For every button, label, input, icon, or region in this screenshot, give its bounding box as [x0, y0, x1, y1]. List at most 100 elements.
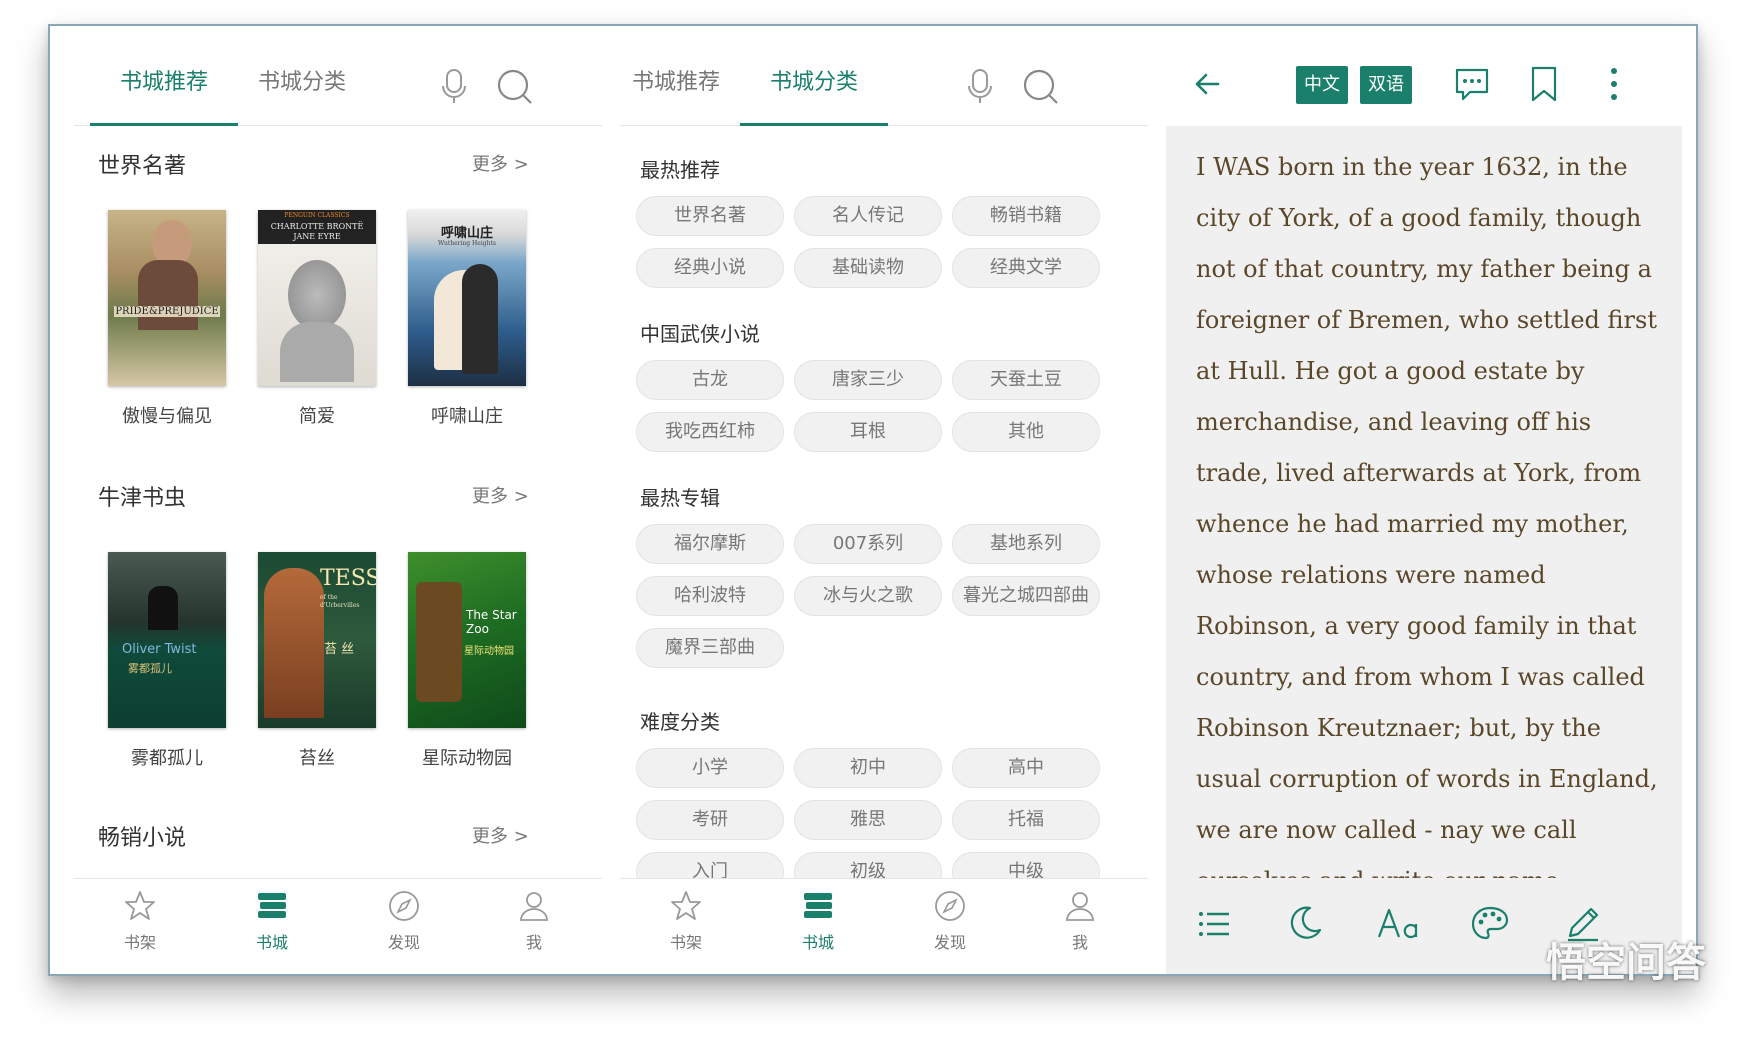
- category-chip[interactable]: 007系列: [794, 524, 942, 564]
- cover-subtitle: Wuthering Heights: [438, 240, 496, 247]
- cover-subtitle: 雾都孤儿: [128, 662, 172, 675]
- nav-bookstore[interactable]: 书城: [232, 889, 312, 953]
- book-item[interactable]: PRIDE&PREJUDICE 傲慢与偏见: [108, 210, 226, 427]
- microphone-icon[interactable]: [434, 66, 474, 106]
- nav-me[interactable]: 我: [494, 889, 574, 953]
- palette-icon[interactable]: [1470, 904, 1510, 942]
- category-chip[interactable]: 古龙: [636, 360, 784, 400]
- book-item[interactable]: TESS of the d'Urbervilles 苔 丝 苔丝: [258, 552, 376, 769]
- category-chip[interactable]: 魔界三部曲: [636, 628, 784, 668]
- book-item[interactable]: The Star Zoo 星际动物园 星际动物园: [408, 552, 526, 769]
- compass-icon: [935, 891, 965, 921]
- tab-category[interactable]: 书城分类: [740, 64, 889, 126]
- book-cover: The Star Zoo 星际动物园: [408, 552, 526, 728]
- section-title: 畅销小说: [98, 826, 187, 851]
- nav-bookshelf[interactable]: 书架: [100, 889, 180, 953]
- category-chip[interactable]: 经典文学: [952, 248, 1100, 288]
- book-title: 雾都孤儿: [131, 748, 203, 769]
- more-link[interactable]: 更多 >: [472, 150, 529, 176]
- book-title: 星际动物园: [422, 748, 512, 769]
- books-icon: [804, 893, 832, 918]
- lang-bilingual-button[interactable]: 双语: [1360, 66, 1412, 104]
- store-recommend-panel: 书城推荐 书城分类 世界名著 更多 > PRIDE&PREJUDICE 傲慢与偏…: [74, 26, 602, 974]
- top-bar: 书城推荐 书城分类: [74, 26, 602, 126]
- category-chip[interactable]: 小学: [636, 748, 784, 788]
- category-title: 难度分类: [640, 710, 720, 734]
- nav-discover[interactable]: 发现: [364, 889, 444, 953]
- book-title: 傲慢与偏见: [122, 406, 212, 427]
- book-cover: Oliver Twist 雾都孤儿: [108, 552, 226, 728]
- category-chip[interactable]: 我吃西红柿: [636, 412, 784, 452]
- category-chip[interactable]: 托福: [952, 800, 1100, 840]
- category-chip[interactable]: 名人传记: [794, 196, 942, 236]
- reading-area[interactable]: I WAS born in the year 1632, in the city…: [1166, 126, 1682, 878]
- category-chip[interactable]: 畅销书籍: [952, 196, 1100, 236]
- book-title: 简爱: [299, 406, 335, 427]
- category-chip[interactable]: 初中: [794, 748, 942, 788]
- cover-figure-2: [462, 264, 498, 374]
- category-chip[interactable]: 其他: [952, 412, 1100, 452]
- category-chip[interactable]: 高中: [952, 748, 1100, 788]
- search-icon[interactable]: [494, 66, 534, 106]
- tab-underline: [740, 123, 889, 126]
- book-cover: 呼啸山庄 Wuthering Heights: [408, 210, 526, 386]
- category-title: 中国武侠小说: [640, 322, 760, 346]
- category-chip[interactable]: 福尔摩斯: [636, 524, 784, 564]
- tab-category[interactable]: 书城分类: [258, 64, 346, 124]
- nav-me[interactable]: 我: [1040, 889, 1120, 953]
- tab-label: 书城分类: [770, 70, 859, 95]
- category-chip[interactable]: 考研: [636, 800, 784, 840]
- cover-figure: [148, 586, 178, 630]
- book-item[interactable]: 呼啸山庄 Wuthering Heights 呼啸山庄: [408, 210, 526, 427]
- nav-label: 书架: [123, 933, 156, 952]
- section-title: 牛津书虫: [98, 486, 187, 511]
- nav-label: 书城: [255, 933, 288, 952]
- more-link[interactable]: 更多 >: [472, 482, 529, 508]
- category-chip[interactable]: 基础读物: [794, 248, 942, 288]
- bookmark-icon[interactable]: [1528, 64, 1560, 104]
- category-chip[interactable]: 雅思: [794, 800, 942, 840]
- back-arrow-icon[interactable]: [1192, 68, 1224, 100]
- category-chip[interactable]: 冰与火之歌: [794, 576, 942, 616]
- lang-chinese-button[interactable]: 中文: [1296, 66, 1348, 104]
- person-icon: [520, 892, 548, 921]
- cover-tree: [416, 582, 462, 702]
- search-icon[interactable]: [1020, 66, 1060, 106]
- category-chip[interactable]: 世界名著: [636, 196, 784, 236]
- watermark: 悟空问答: [1546, 940, 1706, 986]
- book-item[interactable]: PENGUIN CLASSICS CHARLOTTE BRONTË JANE E…: [258, 210, 376, 427]
- more-vertical-icon[interactable]: [1606, 66, 1622, 102]
- cover-figure: [280, 322, 354, 382]
- nav-discover[interactable]: 发现: [910, 889, 990, 953]
- category-chip[interactable]: 耳根: [794, 412, 942, 452]
- nav-bookstore[interactable]: 书城: [778, 889, 858, 953]
- category-title: 最热推荐: [640, 158, 720, 182]
- cover-subtitle: 星际动物园: [464, 646, 514, 657]
- category-chip[interactable]: 经典小说: [636, 248, 784, 288]
- font-size-icon[interactable]: [1376, 904, 1420, 942]
- category-chip[interactable]: 基地系列: [952, 524, 1100, 564]
- nav-bookshelf[interactable]: 书架: [646, 889, 726, 953]
- tab-label: 书城分类: [258, 70, 347, 95]
- cover-subtitle: of the d'Urbervilles: [320, 594, 360, 609]
- list-icon[interactable]: [1196, 906, 1232, 942]
- tab-recommend[interactable]: 书城推荐: [632, 64, 720, 124]
- category-chip[interactable]: 哈利波特: [636, 576, 784, 616]
- cover-title: TESS: [320, 566, 376, 591]
- cover-figure: [264, 568, 324, 718]
- nav-label: 书架: [669, 933, 702, 952]
- tab-recommend[interactable]: 书城推荐: [90, 64, 239, 126]
- store-category-panel: 书城推荐 书城分类 最热推荐 世界名著 名人传记 畅销书籍 经典小说 基础读物 …: [620, 26, 1148, 974]
- more-link[interactable]: 更多 >: [472, 822, 529, 848]
- category-chip[interactable]: 暮光之城四部曲: [952, 576, 1100, 616]
- category-chip[interactable]: 天蚕土豆: [952, 360, 1100, 400]
- book-item[interactable]: Oliver Twist 雾都孤儿 雾都孤儿: [108, 552, 226, 769]
- comment-icon[interactable]: [1452, 64, 1492, 104]
- top-bar: 书城推荐 书城分类: [620, 26, 1148, 126]
- cover-title: The Star Zoo: [466, 608, 517, 636]
- moon-icon[interactable]: [1286, 904, 1324, 942]
- microphone-icon[interactable]: [960, 66, 1000, 106]
- book-cover: PENGUIN CLASSICS CHARLOTTE BRONTË JANE E…: [258, 210, 376, 386]
- tab-underline: [90, 123, 239, 126]
- category-chip[interactable]: 唐家三少: [794, 360, 942, 400]
